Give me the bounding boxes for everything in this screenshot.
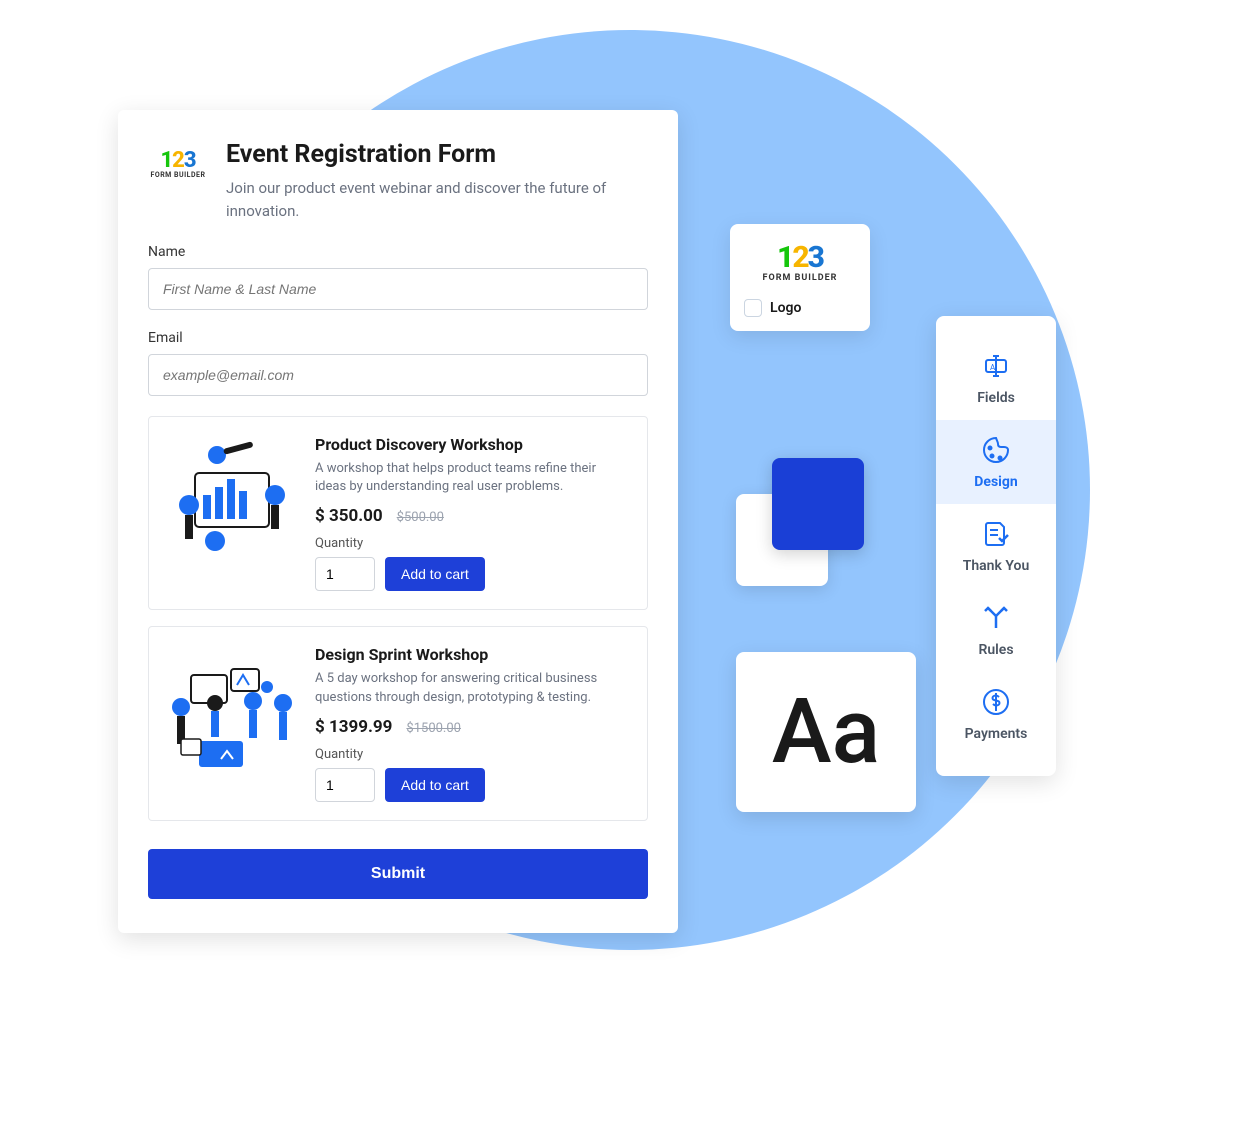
submit-button[interactable]: Submit — [148, 849, 648, 899]
name-input[interactable] — [148, 268, 648, 310]
brand-logo-sub: FORM BUILDER — [744, 273, 856, 283]
product-old-price: $1500.00 — [406, 721, 461, 736]
product-title: Product Discovery Workshop — [315, 435, 629, 454]
logo-settings-card: 123 FORM BUILDER Logo — [730, 224, 870, 331]
brand-logo-sub: FORM BUILDER — [148, 171, 208, 179]
brand-logo-large: 123 — [744, 240, 856, 275]
form-title: Event Registration Form — [226, 140, 648, 169]
quantity-label: Quantity — [315, 536, 629, 551]
email-input[interactable] — [148, 354, 648, 396]
editor-sidebar: A Fields Design Thank You — [936, 316, 1056, 776]
product-card: Design Sprint Workshop A 5 day workshop … — [148, 626, 648, 820]
typography-card[interactable]: Aa — [736, 652, 916, 812]
sidebar-item-fields[interactable]: A Fields — [936, 336, 1056, 420]
sidebar-item-label: Rules — [978, 642, 1013, 658]
sidebar-item-payments[interactable]: Payments — [936, 672, 1056, 756]
product-title: Design Sprint Workshop — [315, 645, 629, 664]
quantity-input[interactable] — [315, 768, 375, 802]
logo-checkbox[interactable] — [744, 299, 762, 317]
sidebar-item-label: Payments — [965, 726, 1028, 742]
quantity-input[interactable] — [315, 557, 375, 591]
brand-logo-small: 123 FORM BUILDER — [148, 140, 208, 179]
product-old-price: $500.00 — [397, 510, 444, 525]
email-field: Email — [148, 330, 648, 396]
document-check-icon — [980, 518, 1012, 550]
form-subtitle: Join our product event webinar and disco… — [226, 177, 648, 222]
add-to-cart-button[interactable]: Add to cart — [385, 557, 485, 591]
product-price: $ 1399.99 — [315, 717, 392, 737]
product-illustration — [167, 435, 297, 565]
logo-checkbox-label: Logo — [770, 300, 801, 316]
product-description: A workshop that helps product teams refi… — [315, 460, 629, 496]
branch-icon — [980, 602, 1012, 634]
name-field: Name — [148, 244, 648, 310]
sidebar-item-label: Fields — [977, 390, 1015, 406]
sidebar-item-design[interactable]: Design — [936, 420, 1056, 504]
dollar-circle-icon — [980, 686, 1012, 718]
sidebar-item-rules[interactable]: Rules — [936, 588, 1056, 672]
product-card: Product Discovery Workshop A workshop th… — [148, 416, 648, 610]
fields-icon: A — [980, 350, 1012, 382]
name-label: Name — [148, 244, 648, 260]
form-header: 123 FORM BUILDER Event Registration Form… — [148, 140, 648, 222]
add-to-cart-button[interactable]: Add to cart — [385, 768, 485, 802]
product-illustration — [167, 645, 297, 775]
sidebar-item-label: Design — [974, 474, 1017, 490]
sidebar-item-thankyou[interactable]: Thank You — [936, 504, 1056, 588]
typography-sample: Aa — [772, 687, 880, 777]
svg-text:A: A — [990, 363, 996, 372]
email-label: Email — [148, 330, 648, 346]
color-swatch-blue[interactable] — [772, 458, 864, 550]
event-registration-form: 123 FORM BUILDER Event Registration Form… — [118, 110, 678, 933]
product-description: A 5 day workshop for answering critical … — [315, 670, 629, 706]
quantity-label: Quantity — [315, 747, 629, 762]
palette-icon — [980, 434, 1012, 466]
sidebar-item-label: Thank You — [963, 558, 1030, 574]
product-price: $ 350.00 — [315, 506, 383, 526]
